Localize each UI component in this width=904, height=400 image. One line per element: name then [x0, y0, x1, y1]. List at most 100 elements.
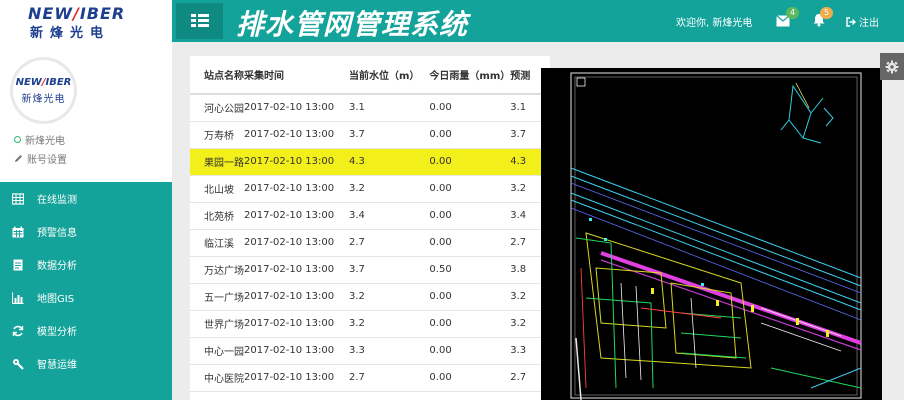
table-cell: 2017-02-10 13:00 — [244, 283, 337, 311]
table-row[interactable]: 河心公园 2017-02-10 13:00 3.1 0.00 3.1 — [190, 94, 550, 122]
sidebar: NEW/IBER 新烽光电 新烽光电 账号设置 在线监测 预警信息 数据分析 地… — [0, 42, 172, 400]
sidebar-toggle-button[interactable] — [176, 3, 223, 39]
online-status-icon — [14, 136, 21, 143]
table-row[interactable]: 五一广场 2017-02-10 13:00 3.2 0.00 3.2 — [190, 283, 550, 311]
table-cell: 2.7 — [337, 364, 420, 392]
table-row[interactable]: 中心医院 2017-02-10 13:00 2.7 0.00 2.7 — [190, 364, 550, 392]
nav-label: 地图GIS — [37, 294, 75, 305]
column-header[interactable]: 站点名称 — [190, 56, 244, 95]
avatar[interactable]: NEW/IBER 新烽光电 — [13, 60, 74, 121]
table-cell: 中心一园 — [190, 337, 244, 365]
logout-label: 注出 — [859, 18, 879, 29]
monitoring-table: 站点名称 采集时间 当前水位（m） 今日雨量（mm） 预测 河心公园 2017-0… — [190, 56, 550, 392]
table-cell: 0.00 — [419, 148, 511, 176]
nav-label: 在线监测 — [37, 195, 77, 206]
nav-item-online-monitoring[interactable]: 在线监测 — [0, 182, 172, 215]
table-cell: 3.7 — [337, 121, 420, 149]
table-cell: 3.7 — [337, 256, 420, 284]
table-cell: 2017-02-10 13:00 — [244, 94, 337, 122]
table-cell: 2017-02-10 13:00 — [244, 229, 337, 257]
account-settings-link[interactable]: 账号设置 — [14, 151, 67, 166]
table-row[interactable]: 果园一路 2017-02-10 13:00 4.3 0.00 4.3 — [190, 148, 550, 176]
top-bar: NEW/IBER 新烽光电 排水管网管理系统 欢迎你, 新烽光电 4 5 注出 — [0, 0, 904, 42]
avatar-logo-text: NEW/IBER — [15, 76, 72, 88]
menu-icon — [190, 14, 209, 28]
table-cell: 五一广场 — [190, 283, 244, 311]
welcome-text: 欢迎你, 新烽光电 — [676, 18, 753, 29]
table-cell: 0.00 — [419, 175, 511, 203]
table-cell: 0.00 — [419, 283, 511, 311]
table-cell: 3.1 — [337, 94, 420, 122]
logo-cn-text: 新烽光电 — [30, 26, 111, 41]
nav-item-map-gis[interactable]: 地图GIS — [0, 281, 172, 314]
table-cell: 0.00 — [419, 229, 511, 257]
table-row[interactable]: 世界广场 2017-02-10 13:00 3.2 0.00 3.2 — [190, 310, 550, 338]
table-cell: 世界广场 — [190, 310, 244, 338]
table-cell: 0.00 — [419, 202, 511, 230]
table-cell: 北苑桥 — [190, 202, 244, 230]
main-nav: 在线监测 预警信息 数据分析 地图GIS 模型分析 智慧运维 — [0, 182, 172, 380]
cad-drawing-panel[interactable] — [541, 68, 882, 400]
table-cell: 3.2 — [337, 175, 420, 203]
table-row[interactable]: 临江溪 2017-02-10 13:00 2.7 0.00 2.7 — [190, 229, 550, 257]
nav-label: 预警信息 — [37, 228, 77, 239]
nav-item-smart-maintenance[interactable]: 智慧运维 — [0, 347, 172, 380]
column-header[interactable]: 今日雨量（mm） — [419, 56, 511, 95]
calendar-icon — [12, 226, 24, 237]
logout-icon — [846, 16, 856, 27]
user-profile-panel: NEW/IBER 新烽光电 新烽光电 账号设置 — [0, 42, 172, 182]
table-cell: 2017-02-10 13:00 — [244, 202, 337, 230]
refresh-icon — [12, 325, 24, 336]
document-icon — [13, 259, 23, 270]
table-cell: 2017-02-10 13:00 — [244, 364, 337, 392]
table-cell: 2017-02-10 13:00 — [244, 256, 337, 284]
table-cell: 2017-02-10 13:00 — [244, 175, 337, 203]
avatar-cn-text: 新烽光电 — [21, 93, 66, 105]
pencil-icon — [15, 155, 22, 162]
table-cell: 2017-02-10 13:00 — [244, 121, 337, 149]
table-cell: 河心公园 — [190, 94, 244, 122]
table-cell: 3.3 — [337, 337, 420, 365]
table-cell: 果园一路 — [190, 148, 244, 176]
nav-label: 智慧运维 — [37, 360, 77, 371]
table-cell: 2.7 — [337, 229, 420, 257]
table-cell: 0.00 — [419, 94, 511, 122]
table-cell: 2017-02-10 13:00 — [244, 310, 337, 338]
monitoring-table-panel: 站点名称 采集时间 当前水位（m） 今日雨量（mm） 预测 河心公园 2017-0… — [190, 56, 550, 400]
bar-chart-icon — [12, 292, 24, 304]
table-cell: 万寿桥 — [190, 121, 244, 149]
user-status: 新烽光电 — [14, 132, 65, 147]
nav-item-data-analysis[interactable]: 数据分析 — [0, 248, 172, 281]
table-row[interactable]: 北苑桥 2017-02-10 13:00 3.4 0.00 3.4 — [190, 202, 550, 230]
table-cell: 3.4 — [337, 202, 420, 230]
table-cell: 0.00 — [419, 337, 511, 365]
table-cell: 0.00 — [419, 121, 511, 149]
account-settings-label: 账号设置 — [27, 155, 67, 166]
right-scroll-strip — [882, 80, 904, 400]
table-cell: 临江溪 — [190, 229, 244, 257]
table-cell: 中心医院 — [190, 364, 244, 392]
table-cell: 2017-02-10 13:00 — [244, 337, 337, 365]
table-cell: 2017-02-10 13:00 — [244, 148, 337, 176]
nav-item-warning-info[interactable]: 预警信息 — [0, 215, 172, 248]
table-row[interactable]: 万寿桥 2017-02-10 13:00 3.7 0.00 3.7 — [190, 121, 550, 149]
table-cell: 3.2 — [337, 283, 420, 311]
alert-count-badge: 5 — [820, 7, 833, 19]
table-cell: 0.00 — [419, 364, 511, 392]
table-header-row: 站点名称 采集时间 当前水位（m） 今日雨量（mm） 预测 — [190, 56, 550, 95]
table-cell: 0.00 — [419, 310, 511, 338]
nav-item-model-analysis[interactable]: 模型分析 — [0, 314, 172, 347]
app-title: 排水管网管理系统 — [236, 8, 469, 41]
username: 新烽光电 — [25, 136, 65, 147]
table-row[interactable]: 北山坡 2017-02-10 13:00 3.2 0.00 3.2 — [190, 175, 550, 203]
table-cell: 万达广场 — [190, 256, 244, 284]
brand-logo[interactable]: NEW/IBER 新烽光电 — [0, 0, 172, 42]
table-row[interactable]: 万达广场 2017-02-10 13:00 3.7 0.50 3.8 — [190, 256, 550, 284]
table-row[interactable]: 中心一园 2017-02-10 13:00 3.3 0.00 3.3 — [190, 337, 550, 365]
table-cell: 3.2 — [337, 310, 420, 338]
column-header[interactable]: 当前水位（m） — [337, 56, 420, 95]
logout-button[interactable]: 注出 — [846, 14, 879, 29]
settings-toggle-button[interactable] — [880, 53, 904, 80]
table-cell: 北山坡 — [190, 175, 244, 203]
column-header[interactable]: 采集时间 — [244, 56, 337, 95]
